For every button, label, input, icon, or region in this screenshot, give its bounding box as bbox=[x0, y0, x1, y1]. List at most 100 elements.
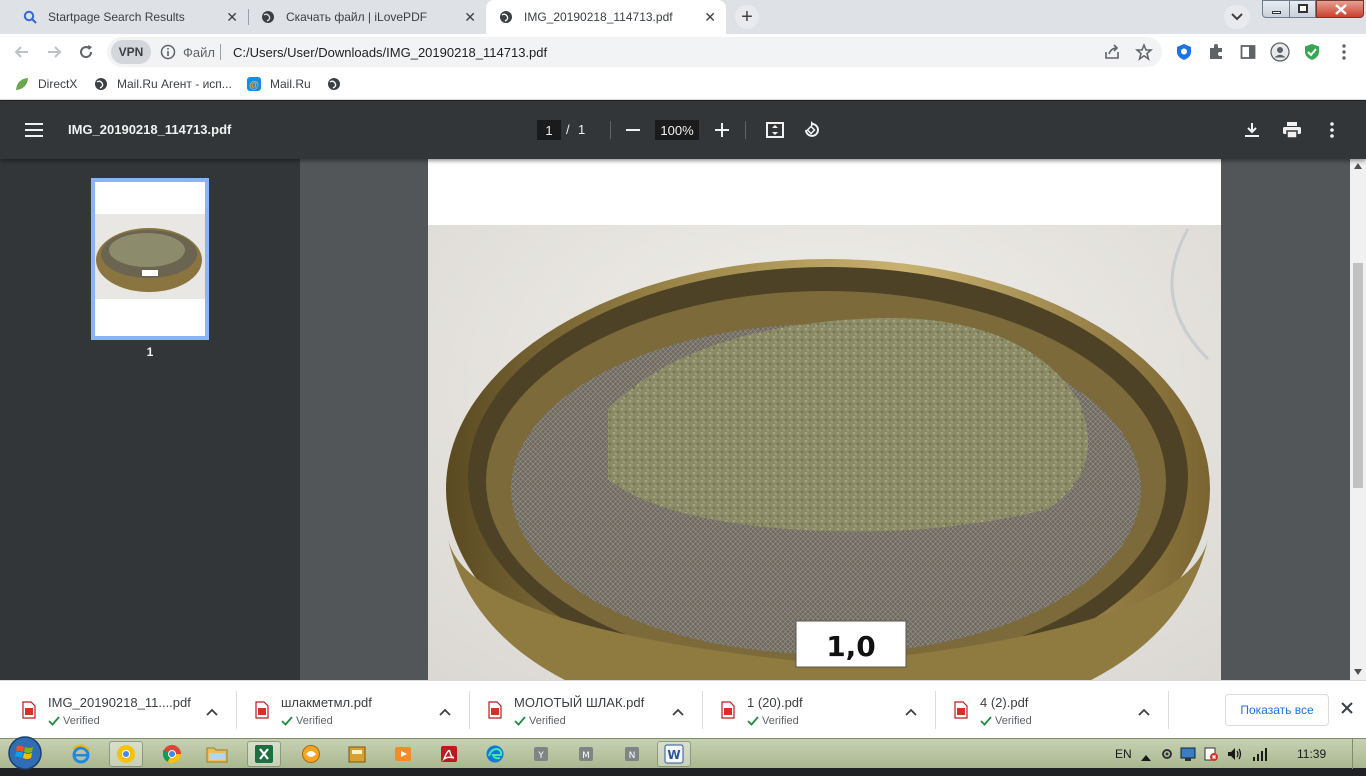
action-center-alert-icon[interactable] bbox=[1203, 746, 1219, 767]
chevron-up-icon[interactable] bbox=[672, 703, 684, 721]
chevron-up-icon[interactable] bbox=[439, 703, 451, 721]
back-button[interactable] bbox=[10, 40, 34, 64]
page-separator: / bbox=[566, 122, 570, 137]
clock[interactable]: 11:39 bbox=[1297, 747, 1326, 761]
page-number-input[interactable]: 1 bbox=[537, 120, 561, 140]
globe-icon bbox=[260, 9, 276, 25]
pdf-file-icon bbox=[488, 701, 502, 724]
close-tab-icon[interactable]: ✕ bbox=[226, 10, 238, 24]
bookmark-mailru[interactable]: @ Mail.Ru bbox=[246, 76, 311, 92]
menu-kebab-icon[interactable] bbox=[1332, 40, 1356, 64]
file-explorer-icon[interactable] bbox=[200, 741, 234, 767]
pdf-viewer-area[interactable]: 1,0 bbox=[300, 159, 1350, 680]
taskbar-app-y-icon[interactable]: Y bbox=[524, 741, 558, 767]
rotate-icon[interactable] bbox=[799, 118, 823, 142]
show-all-downloads-button[interactable]: Показать все bbox=[1225, 694, 1329, 726]
print-icon[interactable] bbox=[1280, 118, 1304, 142]
extension-shield-icon[interactable] bbox=[1172, 40, 1196, 64]
pdf-toolbar: IMG_20190218_114713.pdf 1 / 1 100% bbox=[0, 101, 1366, 159]
viewer-scrollbar[interactable] bbox=[1350, 159, 1366, 680]
vpn-badge[interactable]: VPN bbox=[111, 40, 151, 64]
download-item[interactable]: 4 (2).pdf Verified bbox=[932, 681, 1165, 739]
reload-button[interactable] bbox=[74, 40, 98, 64]
word-icon[interactable]: W bbox=[657, 741, 691, 767]
acrobat-icon[interactable] bbox=[432, 741, 466, 767]
bookmark-mailru-agent[interactable]: Mail.Ru Агент - исп... bbox=[93, 76, 232, 92]
internet-explorer-icon[interactable] bbox=[64, 741, 98, 767]
address-bar[interactable]: VPN Файл C:/Users/User/Downloads/IMG_201… bbox=[107, 37, 1162, 67]
volume-icon[interactable] bbox=[1227, 747, 1243, 766]
tray-settings-icon[interactable] bbox=[1160, 747, 1174, 766]
bookmark-star-icon[interactable] bbox=[1135, 42, 1153, 66]
chevron-up-icon[interactable] bbox=[905, 703, 917, 721]
pdf-filename: IMG_20190218_114713.pdf bbox=[68, 122, 232, 137]
page-thumbnail[interactable] bbox=[91, 178, 209, 340]
windows-start-icon[interactable] bbox=[6, 735, 44, 771]
tab-title: IMG_20190218_114713.pdf bbox=[524, 10, 673, 24]
forward-button[interactable] bbox=[42, 40, 66, 64]
toolbar-divider bbox=[610, 121, 611, 139]
excel-icon[interactable] bbox=[247, 741, 281, 767]
scrollbar-thumb[interactable] bbox=[1353, 263, 1363, 488]
zoom-input[interactable]: 100% bbox=[655, 120, 699, 140]
minimize-button[interactable] bbox=[1262, 0, 1290, 18]
chrome-icon[interactable] bbox=[155, 741, 189, 767]
bookmark-unnamed[interactable] bbox=[326, 76, 350, 92]
search-icon bbox=[22, 9, 38, 25]
info-icon[interactable] bbox=[160, 44, 176, 65]
show-desktop-button[interactable] bbox=[1352, 739, 1366, 769]
close-tab-icon[interactable]: ✕ bbox=[704, 10, 716, 24]
download-item[interactable]: шлакметмл.pdf Verified bbox=[233, 681, 466, 739]
language-indicator[interactable]: EN bbox=[1115, 747, 1132, 761]
scroll-up-arrow-icon[interactable] bbox=[1354, 163, 1362, 169]
close-tab-icon[interactable]: ✕ bbox=[464, 10, 476, 24]
taskbar-app-n-icon[interactable]: N bbox=[615, 741, 649, 767]
side-panel-icon[interactable] bbox=[1236, 40, 1260, 64]
chevron-up-icon[interactable] bbox=[1138, 703, 1150, 721]
chevron-up-icon[interactable] bbox=[206, 703, 218, 721]
pdf-file-icon bbox=[22, 701, 36, 724]
adguard-shield-icon[interactable] bbox=[1300, 40, 1324, 64]
zoom-out-icon[interactable] bbox=[621, 118, 645, 142]
download-status: Verified bbox=[48, 715, 100, 727]
more-actions-icon[interactable] bbox=[1320, 118, 1344, 142]
fit-to-page-icon[interactable] bbox=[763, 118, 787, 142]
scroll-down-arrow-icon[interactable] bbox=[1354, 669, 1362, 675]
show-hidden-icons-icon[interactable] bbox=[1141, 749, 1151, 767]
share-icon[interactable] bbox=[1103, 43, 1121, 66]
tab-ilovepdf[interactable]: Скачать файл | iLovePDF ✕ bbox=[248, 0, 486, 34]
sieve-label-text: 1,0 bbox=[826, 630, 876, 663]
checkmark-icon bbox=[980, 716, 992, 726]
edge-icon[interactable] bbox=[478, 741, 512, 767]
network-monitor-icon[interactable] bbox=[1180, 746, 1196, 767]
close-shelf-icon[interactable] bbox=[1339, 700, 1355, 721]
chrome-yellow-icon[interactable] bbox=[109, 741, 143, 767]
media-app-icon[interactable] bbox=[294, 741, 328, 767]
tab-search-button[interactable] bbox=[1224, 5, 1250, 29]
new-tab-button[interactable]: + bbox=[735, 5, 759, 29]
download-icon[interactable] bbox=[1240, 118, 1264, 142]
tab-pdf[interactable]: IMG_20190218_114713.pdf ✕ bbox=[486, 0, 726, 34]
bookmark-label: DirectX bbox=[38, 77, 78, 91]
video-player-icon[interactable] bbox=[386, 741, 420, 767]
tab-startpage[interactable]: Startpage Search Results ✕ bbox=[10, 0, 248, 34]
bookmark-directx[interactable]: DirectX bbox=[14, 76, 77, 92]
archive-app-icon[interactable] bbox=[340, 741, 374, 767]
sidebar-menu-icon[interactable] bbox=[22, 118, 46, 142]
extensions-puzzle-icon[interactable] bbox=[1204, 40, 1228, 64]
signal-strength-icon[interactable] bbox=[1252, 747, 1268, 766]
close-window-button[interactable] bbox=[1316, 0, 1364, 18]
checkmark-icon bbox=[48, 716, 60, 726]
tab-title: Скачать файл | iLovePDF bbox=[286, 10, 428, 24]
download-item[interactable]: МОЛОТЫЙ ШЛАК.pdf Verified bbox=[466, 681, 699, 739]
zoom-in-icon[interactable] bbox=[710, 118, 734, 142]
download-item[interactable]: 1 (20).pdf Verified bbox=[699, 681, 932, 739]
url-text[interactable]: C:/Users/User/Downloads/IMG_20190218_114… bbox=[233, 45, 547, 60]
download-status-text: Verified bbox=[529, 715, 566, 727]
browser-toolbar: VPN Файл C:/Users/User/Downloads/IMG_201… bbox=[0, 34, 1366, 70]
taskbar-app-m-icon[interactable]: M bbox=[569, 741, 603, 767]
checkmark-icon bbox=[281, 716, 293, 726]
restore-button[interactable] bbox=[1289, 0, 1316, 18]
download-item[interactable]: IMG_20190218_11....pdf Verified bbox=[0, 681, 233, 739]
profile-avatar-icon[interactable] bbox=[1268, 40, 1292, 64]
